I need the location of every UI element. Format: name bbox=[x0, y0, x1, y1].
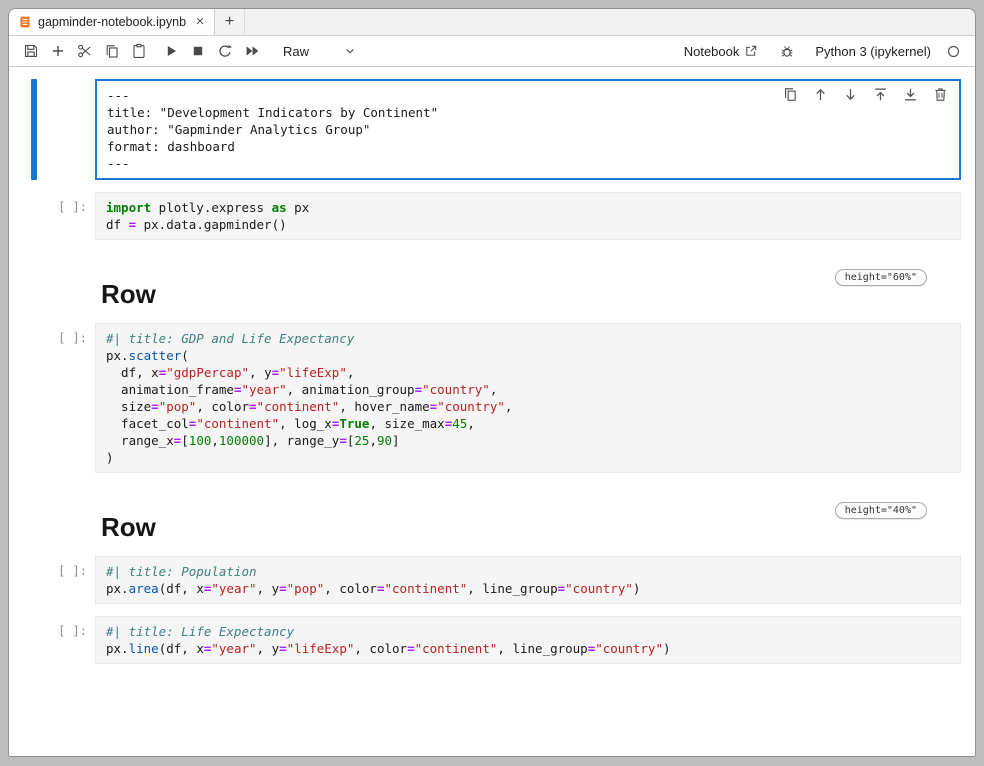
save-button[interactable] bbox=[17, 39, 44, 63]
cell-input-area[interactable]: #| title: Life Expectancypx.line(df, x="… bbox=[95, 616, 961, 664]
move-down-icon[interactable] bbox=[842, 86, 859, 103]
row-heading: Row bbox=[101, 512, 961, 542]
code-line: #| title: GDP and Life Expectancy bbox=[106, 330, 950, 347]
cell-prompt: [ ]: bbox=[9, 323, 95, 473]
chevron-down-icon bbox=[343, 44, 357, 58]
toolbar-right-group: Notebook Python 3 (ipykernel) bbox=[684, 39, 961, 63]
app-window: gapminder-notebook.ipynb × + bbox=[8, 8, 976, 757]
code-line: px.scatter( bbox=[106, 347, 950, 364]
notebook-cell: [ ]:#| title: Populationpx.area(df, x="y… bbox=[9, 556, 961, 604]
insert-cell-button[interactable] bbox=[44, 39, 71, 63]
insert-above-icon[interactable] bbox=[872, 86, 889, 103]
notebook-view-label: Notebook bbox=[684, 44, 740, 59]
cell-type-select[interactable]: Raw bbox=[283, 44, 357, 59]
height-badge: height="40%" bbox=[835, 502, 927, 519]
cell-input-area[interactable]: #| title: Populationpx.area(df, x="year"… bbox=[95, 556, 961, 604]
cell-list: --- title: "Development Indicators by Con… bbox=[9, 79, 975, 664]
cell-prompt bbox=[9, 79, 95, 180]
cell-input-area[interactable]: --- title: "Development Indicators by Con… bbox=[95, 79, 961, 180]
duplicate-icon[interactable] bbox=[782, 86, 799, 103]
cell-toolbar bbox=[782, 86, 949, 103]
notebook-cell: --- title: "Development Indicators by Con… bbox=[9, 79, 961, 180]
move-up-icon[interactable] bbox=[812, 86, 829, 103]
row-heading: Row bbox=[101, 279, 961, 309]
code-line: title: "Development Indicators by Contin… bbox=[107, 104, 949, 121]
tab-bar: gapminder-notebook.ipynb × + bbox=[9, 9, 975, 36]
cell-prompt: [ ]: bbox=[9, 616, 95, 664]
paste-cells-button[interactable] bbox=[125, 39, 152, 63]
code-line: format: dashboard bbox=[107, 138, 949, 155]
debugger-bug-icon[interactable] bbox=[773, 39, 800, 63]
code-line: #| title: Population bbox=[106, 563, 950, 580]
notebook-cell: [ ]:#| title: GDP and Life Expectancypx.… bbox=[9, 323, 961, 473]
restart-run-all-button[interactable] bbox=[238, 39, 265, 63]
notebook-toolbar: Raw Notebook Python 3 (ipykernel) bbox=[9, 36, 975, 67]
copy-cells-button[interactable] bbox=[98, 39, 125, 63]
kernel-name[interactable]: Python 3 (ipykernel) bbox=[815, 44, 931, 59]
code-line: px.line(df, x="year", y="lifeExp", color… bbox=[106, 640, 950, 657]
code-line: import plotly.express as px bbox=[106, 199, 950, 216]
code-line: px.area(df, x="year", y="pop", color="co… bbox=[106, 580, 950, 597]
cell-prompt: [ ]: bbox=[9, 556, 95, 604]
code-line: facet_col="continent", log_x=True, size_… bbox=[106, 415, 950, 432]
code-line: animation_frame="year", animation_group=… bbox=[106, 381, 950, 398]
insert-below-icon[interactable] bbox=[902, 86, 919, 103]
code-line: #| title: Life Expectancy bbox=[106, 623, 950, 640]
cell-input-area[interactable]: import plotly.express as pxdf = px.data.… bbox=[95, 192, 961, 240]
tab-gapminder-notebook[interactable]: gapminder-notebook.ipynb × bbox=[9, 9, 215, 35]
notebook-file-icon bbox=[18, 15, 32, 29]
active-cell-indicator[interactable] bbox=[31, 79, 37, 180]
code-line: df = px.data.gapminder() bbox=[106, 216, 950, 233]
interrupt-kernel-button[interactable] bbox=[184, 39, 211, 63]
code-line: range_x=[100,100000], range_y=[25,90] bbox=[106, 432, 950, 449]
cell-type-value: Raw bbox=[283, 44, 309, 59]
notebook-content: --- title: "Development Indicators by Con… bbox=[9, 67, 975, 756]
cell-prompt: [ ]: bbox=[9, 192, 95, 240]
markdown-cell[interactable]: Rowheight="40%" bbox=[101, 502, 961, 542]
code-line: --- bbox=[107, 155, 949, 172]
code-line: size="pop", color="continent", hover_nam… bbox=[106, 398, 950, 415]
notebook-cell: [ ]:#| title: Life Expectancypx.line(df,… bbox=[9, 616, 961, 664]
new-tab-button[interactable]: + bbox=[215, 9, 245, 35]
restart-kernel-button[interactable] bbox=[211, 39, 238, 63]
notebook-cell: [ ]:import plotly.express as pxdf = px.d… bbox=[9, 192, 961, 240]
delete-icon[interactable] bbox=[932, 86, 949, 103]
kernel-status-icon bbox=[946, 44, 961, 59]
cut-cells-button[interactable] bbox=[71, 39, 98, 63]
tab-bar-filler bbox=[245, 9, 975, 35]
cell-input-area[interactable]: #| title: GDP and Life Expectancypx.scat… bbox=[95, 323, 961, 473]
run-cell-button[interactable] bbox=[157, 39, 184, 63]
code-line: author: "Gapminder Analytics Group" bbox=[107, 121, 949, 138]
external-link-icon bbox=[744, 44, 758, 58]
code-line: df, x="gdpPercap", y="lifeExp", bbox=[106, 364, 950, 381]
tab-title: gapminder-notebook.ipynb bbox=[38, 15, 186, 29]
tab-close-icon[interactable]: × bbox=[192, 14, 208, 30]
markdown-cell[interactable]: Rowheight="60%" bbox=[101, 269, 961, 309]
height-badge: height="60%" bbox=[835, 269, 927, 286]
notebook-view-switch[interactable]: Notebook bbox=[684, 44, 759, 59]
code-line: ) bbox=[106, 449, 950, 466]
